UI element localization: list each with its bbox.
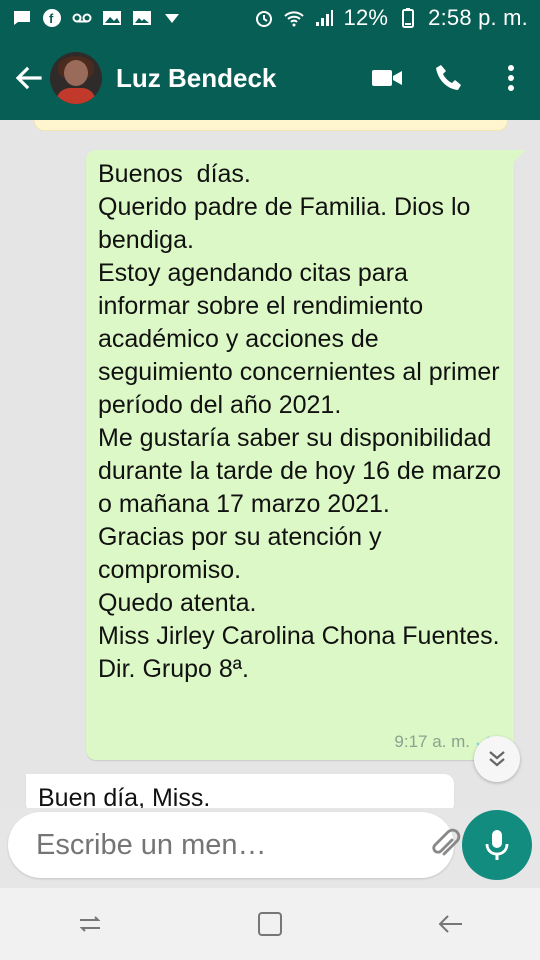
wifi-icon [283,11,304,27]
alarm-icon [255,11,272,27]
recents-icon [79,916,101,932]
svg-text:f: f [49,11,54,26]
double-chevron-down-icon [489,751,505,767]
mic-icon [485,830,509,860]
more-vert-icon [508,65,514,91]
home-button[interactable] [246,900,294,948]
outgoing-message[interactable]: Buenos días. Querido padre de Familia. D… [86,150,526,760]
message-time: 9:17 a. m. [394,732,470,751]
chat-header: Luz Bendeck [0,36,540,120]
message-text: Buenos días. Querido padre de Familia. D… [98,160,502,683]
back-arrow-icon[interactable] [12,62,44,94]
status-time: 2:58 p. m. [428,5,528,30]
status-bar: f 12% 2:58 p. m. [0,0,540,36]
attach-icon [432,828,461,856]
dropdown-icon [165,14,179,23]
previous-message-edge [34,120,508,131]
back-icon [438,915,462,933]
voice-message-button[interactable] [462,810,532,880]
message-input[interactable] [34,827,415,863]
voicemail-icon [72,13,92,23]
image-icon [133,11,151,25]
avatar[interactable] [50,52,102,104]
scroll-to-bottom-button[interactable] [474,736,520,782]
video-call-button[interactable] [370,61,404,95]
nav-back-button[interactable] [426,900,474,948]
facebook-icon: f [43,9,61,27]
battery-icon [402,8,415,28]
voice-call-button[interactable] [432,61,466,95]
message-composer [8,812,508,878]
message-icon [14,11,30,25]
attach-button[interactable] [429,827,463,863]
system-nav-bar [0,888,540,960]
video-call-icon [372,70,402,86]
status-left-icons: f [12,8,182,28]
phone-icon [436,65,461,90]
chat-area[interactable]: Buenos días. Querido padre de Familia. D… [0,120,540,808]
incoming-message-text: Buen día, Miss. [38,784,211,808]
status-right-icons: 12% 2:58 p. m. [254,5,528,31]
contact-name[interactable]: Luz Bendeck [116,63,370,94]
more-options-button[interactable] [494,61,528,95]
home-icon [258,912,282,936]
battery-percent: 12% [343,5,389,30]
incoming-message[interactable]: Buen día, Miss. [26,774,454,808]
signal-icon [315,10,333,26]
recents-button[interactable] [66,900,114,948]
gallery-icon [103,11,121,25]
